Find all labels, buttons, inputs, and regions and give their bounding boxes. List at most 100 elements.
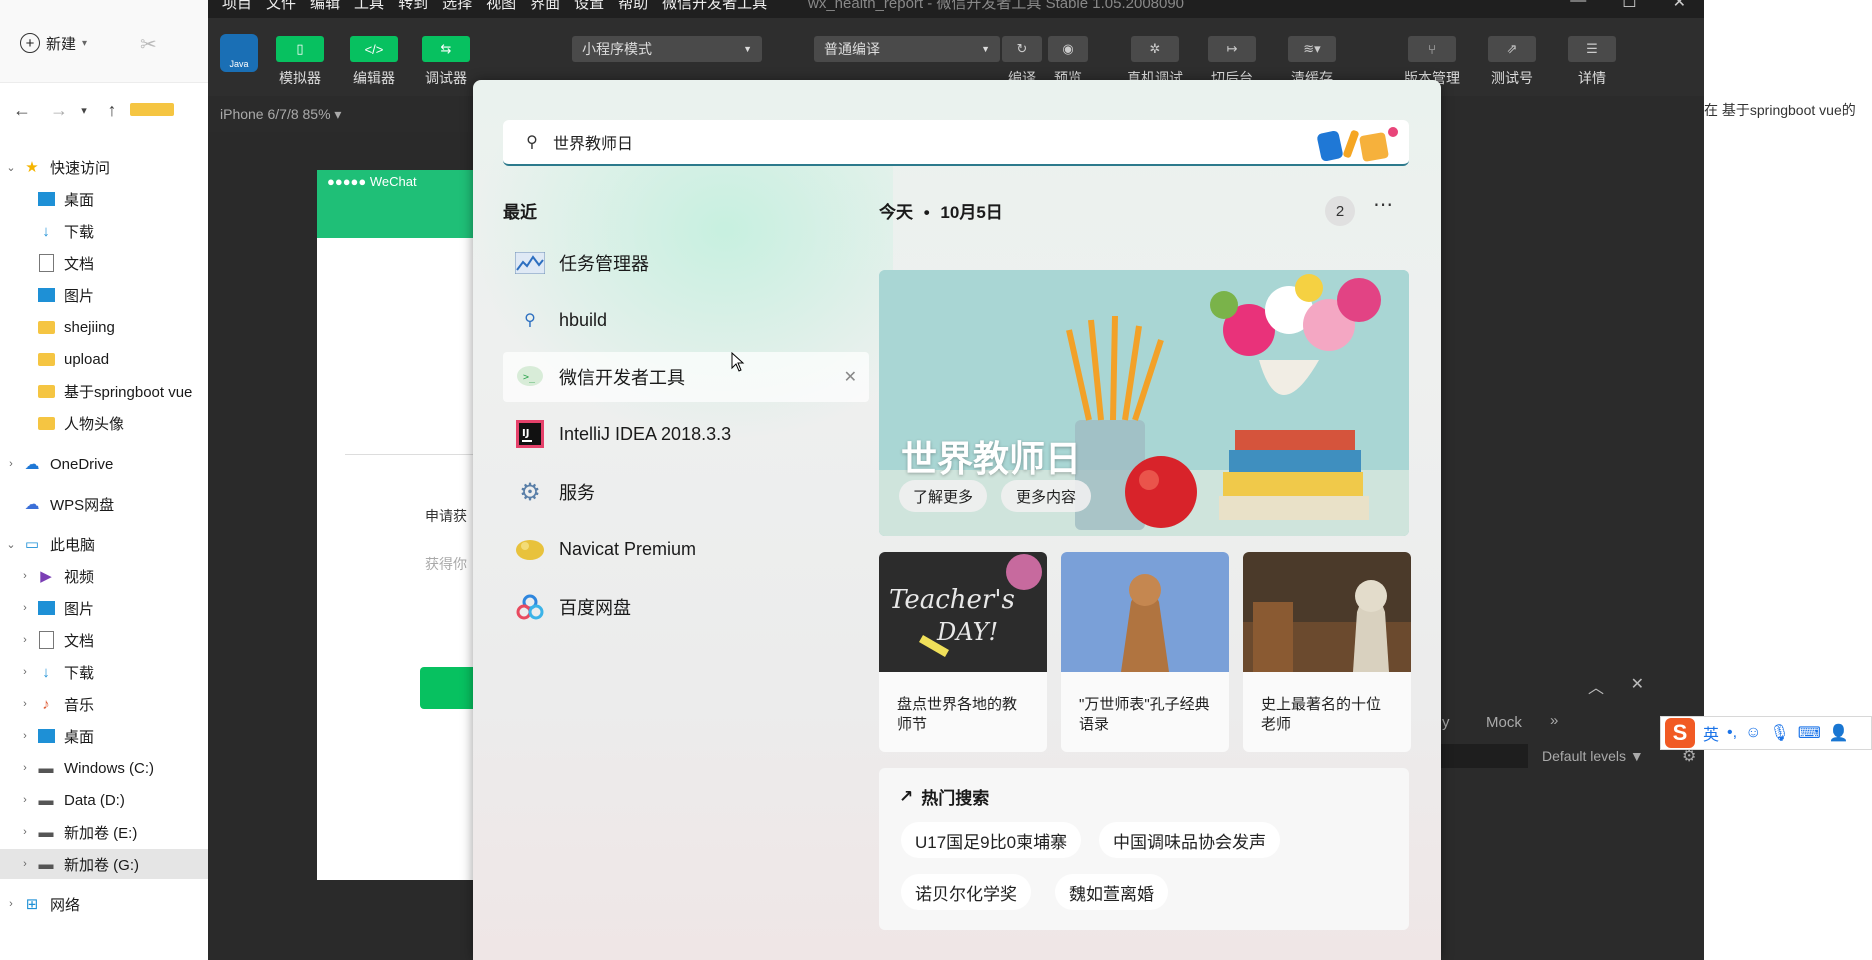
debugger-button[interactable]: ⇆ 调试器 bbox=[418, 36, 474, 88]
maximize-icon[interactable]: ☐ bbox=[1622, 0, 1636, 12]
menu-help[interactable]: 帮助 bbox=[618, 0, 648, 13]
recent-item-hbuild[interactable]: ⚲ hbuild bbox=[503, 295, 869, 345]
svg-text:DAY!: DAY! bbox=[936, 618, 998, 646]
recent-item-wechat-devtools[interactable]: >_ 微信开发者工具 ✕ bbox=[503, 352, 869, 402]
tree-drive-c[interactable]: › ▬ Windows (C:) bbox=[0, 753, 222, 783]
hot-search-chip[interactable]: 魏如萱离婚 bbox=[1055, 874, 1168, 910]
test-id-button[interactable]: ⇗ 测试号 bbox=[1484, 36, 1540, 88]
forward-icon[interactable]: → bbox=[44, 100, 74, 121]
menu-file[interactable]: 文件 bbox=[266, 0, 296, 13]
close-icon[interactable]: ✕ bbox=[1673, 0, 1686, 12]
tree-pc-pictures[interactable]: › 图片 bbox=[0, 593, 222, 623]
console-header: ︿ ✕ bbox=[1438, 666, 1704, 704]
tab-mock[interactable]: Mock bbox=[1486, 714, 1522, 731]
device-select[interactable]: iPhone 6/7/8 85% ▾ bbox=[220, 106, 341, 123]
tree-drive-g[interactable]: › ▬ 新加卷 (G:) bbox=[0, 849, 222, 879]
recent-item-baidu-netdisk[interactable]: 百度网盘 bbox=[503, 582, 869, 632]
minimize-icon[interactable]: — bbox=[1570, 0, 1586, 12]
up-icon[interactable]: ↑ bbox=[94, 100, 130, 121]
recent-item-intellij[interactable]: IJ IntelliJ IDEA 2018.3.3 bbox=[503, 409, 869, 459]
avatar[interactable]: Java bbox=[220, 34, 258, 72]
keyboard-icon[interactable]: ⌨ bbox=[1798, 723, 1821, 743]
tree-pc-documents[interactable]: › 文档 bbox=[0, 625, 222, 655]
menu-select[interactable]: 选择 bbox=[442, 0, 472, 13]
menu-settings[interactable]: 设置 bbox=[574, 0, 604, 13]
recent-locations-icon[interactable]: ▾ bbox=[74, 104, 94, 117]
music-icon: ♪ bbox=[42, 695, 50, 713]
card-caption: 盘点世界各地的教师节 bbox=[897, 696, 1018, 733]
more-content-button[interactable]: 更多内容 bbox=[1001, 480, 1091, 512]
tree-folder-shejiing[interactable]: shejiing bbox=[0, 312, 222, 342]
menu-project[interactable]: 项目 bbox=[222, 0, 252, 13]
tree-folder-upload[interactable]: upload bbox=[0, 344, 222, 374]
news-card[interactable]: 史上最著名的十位老师 bbox=[1243, 552, 1411, 752]
menu-edit[interactable]: 编辑 bbox=[310, 0, 340, 13]
tree-pc-desktop[interactable]: › 桌面 bbox=[0, 721, 222, 751]
back-icon[interactable]: ← bbox=[0, 100, 44, 121]
svg-text:IJ: IJ bbox=[522, 428, 529, 439]
log-levels-select[interactable]: Default levels ▼ bbox=[1542, 748, 1644, 764]
more-tabs-icon[interactable]: » bbox=[1550, 712, 1558, 729]
sogou-logo-icon[interactable]: S bbox=[1665, 718, 1695, 748]
drive-icon: ▬ bbox=[38, 791, 54, 809]
remove-icon[interactable]: ✕ bbox=[844, 367, 857, 387]
notification-badge[interactable]: 2 bbox=[1325, 196, 1355, 226]
search-box[interactable]: ⚲ bbox=[503, 120, 1409, 166]
recent-item-navicat[interactable]: Navicat Premium bbox=[503, 524, 869, 574]
tree-documents[interactable]: 文档 bbox=[0, 248, 222, 278]
menu-tools[interactable]: 工具 bbox=[354, 0, 384, 13]
recent-item-task-manager[interactable]: 任务管理器 bbox=[503, 238, 869, 288]
menu-goto[interactable]: 转到 bbox=[398, 0, 428, 13]
tree-onedrive[interactable]: › ☁ OneDrive bbox=[0, 449, 208, 479]
compile-select[interactable]: 普通编译 ▼ bbox=[814, 36, 1000, 62]
menu-view[interactable]: 视图 bbox=[486, 0, 516, 13]
hot-search-chip[interactable]: 诺贝尔化学奖 bbox=[901, 874, 1031, 910]
simulator-button[interactable]: ▯ 模拟器 bbox=[272, 36, 328, 88]
tree-drive-d[interactable]: › ▬ Data (D:) bbox=[0, 785, 222, 815]
punct-icon[interactable]: •, bbox=[1727, 724, 1737, 742]
ime-lang[interactable]: 英 bbox=[1703, 721, 1719, 745]
tree-wps[interactable]: ☁ WPS网盘 bbox=[0, 489, 208, 519]
tree-pictures[interactable]: 图片 bbox=[0, 280, 222, 310]
chevron-up-icon[interactable]: ︿ bbox=[1588, 674, 1604, 698]
desktop-icon bbox=[36, 190, 56, 208]
search-input[interactable] bbox=[551, 132, 1255, 152]
news-card[interactable]: Teacher's DAY! 盘点世界各地的教师节 bbox=[879, 552, 1047, 752]
more-options-icon[interactable]: ⋯ bbox=[1373, 192, 1393, 217]
tree-quick-access[interactable]: ⌄ ★ 快速访问 bbox=[0, 152, 208, 182]
hot-search-chip[interactable]: U17国足9比0柬埔寨 bbox=[901, 822, 1082, 858]
cut-icon[interactable]: ✂ bbox=[140, 32, 157, 57]
tree-desktop[interactable]: 桌面 bbox=[0, 184, 222, 214]
hero-card[interactable]: 世界教师日 了解更多 更多内容 bbox=[879, 270, 1409, 536]
news-card[interactable]: "万世师表"孔子经典语录 bbox=[1061, 552, 1229, 752]
folder-icon bbox=[36, 382, 56, 400]
emoji-icon[interactable]: ☺ bbox=[1745, 724, 1761, 742]
tree-drive-e[interactable]: › ▬ 新加卷 (E:) bbox=[0, 817, 222, 847]
tab-partial[interactable]: y bbox=[1442, 714, 1450, 731]
mode-select[interactable]: 小程序模式 ▼ bbox=[572, 36, 762, 62]
tree-music[interactable]: › ♪ 音乐 bbox=[0, 689, 222, 719]
recent-item-services[interactable]: ⚙ 服务 bbox=[503, 467, 869, 517]
tree-folder-avatars[interactable]: 人物头像 bbox=[0, 408, 222, 438]
hot-searches-panel: ↗ 热门搜索 U17国足9比0柬埔寨 中国调味品协会发声 诺贝尔化学奖 魏如萱离… bbox=[879, 768, 1409, 930]
hot-search-chip[interactable]: 中国调味品协会发声 bbox=[1099, 822, 1280, 858]
tree-videos[interactable]: › ▶ 视频 bbox=[0, 561, 222, 591]
tree-folder-springboot[interactable]: 基于springboot vue bbox=[0, 376, 222, 406]
auth-button[interactable] bbox=[420, 667, 480, 709]
tree-this-pc[interactable]: ⌄ ▭ 此电脑 bbox=[0, 529, 208, 559]
user-icon[interactable]: 👤 bbox=[1829, 723, 1849, 743]
filter-input[interactable] bbox=[1438, 744, 1528, 768]
close-panel-icon[interactable]: ✕ bbox=[1631, 674, 1644, 694]
menu-interface[interactable]: 界面 bbox=[530, 0, 560, 13]
learn-more-button[interactable]: 了解更多 bbox=[899, 480, 987, 512]
editor-button[interactable]: </> 编辑器 bbox=[346, 36, 402, 88]
tree-network[interactable]: › ⊞ 网络 bbox=[0, 889, 208, 919]
tree-pc-downloads[interactable]: › ↓ 下载 bbox=[0, 657, 222, 687]
auth-sub-text: 获得你 bbox=[425, 556, 467, 572]
details-button[interactable]: ☰ 详情 bbox=[1564, 36, 1620, 88]
new-button[interactable]: + 新建 ▾ bbox=[20, 30, 87, 56]
mic-icon[interactable]: 🎙 bbox=[1769, 723, 1789, 743]
menu-wechat-devtools[interactable]: 微信开发者工具 bbox=[662, 0, 767, 13]
tree-downloads[interactable]: ↓ 下载 bbox=[0, 216, 222, 246]
star-icon: ★ bbox=[25, 159, 39, 176]
